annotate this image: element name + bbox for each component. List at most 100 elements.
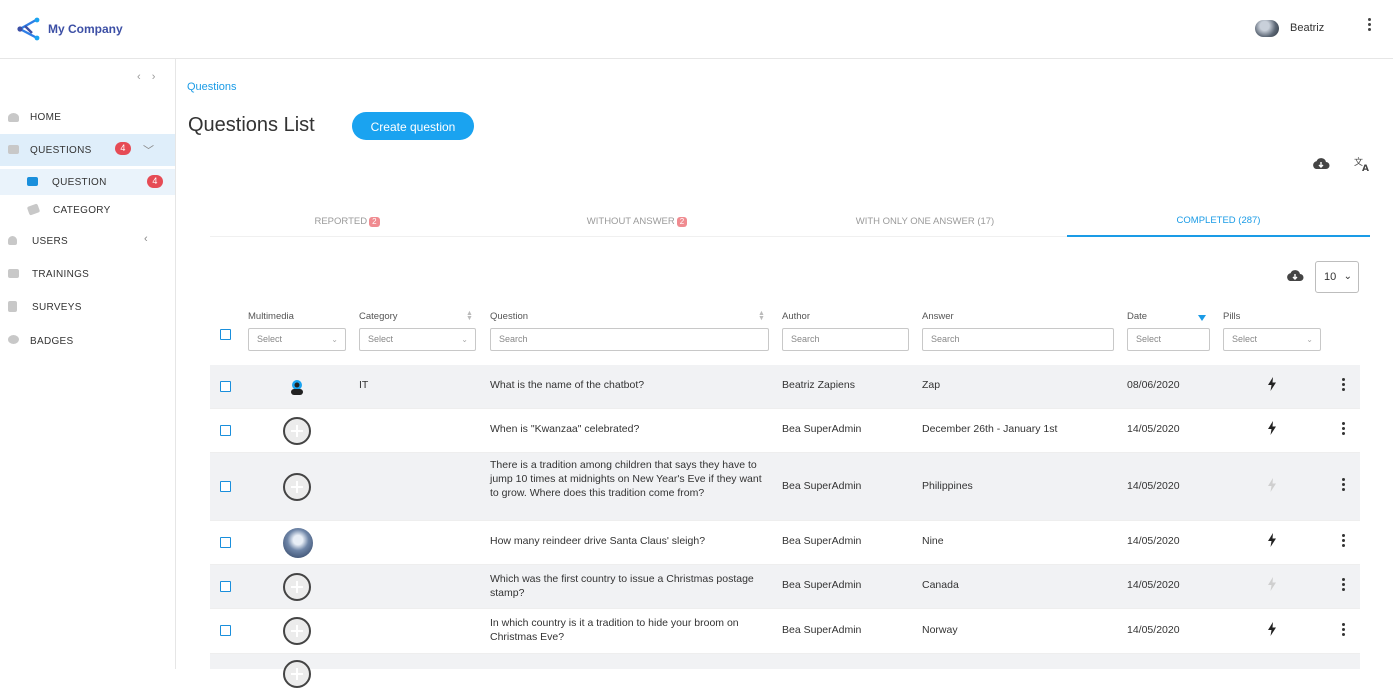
sort-icon[interactable]: ▲ ▼ [466, 310, 473, 322]
table-row[interactable]: Which was the first country to issue a C… [210, 565, 1360, 609]
sort-desc-icon[interactable] [1198, 315, 1206, 321]
select-all-checkbox[interactable] [220, 329, 231, 340]
row-question: How many reindeer drive Santa Claus' sle… [490, 535, 706, 547]
users-icon [8, 236, 17, 245]
chevron-down-icon: ⌄ [1306, 335, 1313, 344]
surveys-icon [8, 301, 17, 312]
row-more-options-icon[interactable] [1340, 422, 1346, 436]
header-date[interactable]: Date [1127, 311, 1147, 322]
tab-with-only-one-answer[interactable]: WITH ONLY ONE ANSWER (17) [820, 216, 1030, 227]
row-answer: Zap [922, 379, 941, 391]
row-more-options-icon[interactable] [1340, 578, 1346, 592]
row-checkbox[interactable] [220, 581, 231, 592]
cloud-download-icon[interactable] [1286, 269, 1304, 283]
header-question[interactable]: Question [490, 311, 528, 322]
header-pills: Pills [1223, 311, 1241, 322]
row-question: Which was the first country to issue a C… [490, 573, 754, 599]
row-question: What is the name of the chatbot? [490, 379, 645, 391]
table-row[interactable]: When is "Kwanzaa" celebrated? Bea SuperA… [210, 409, 1360, 453]
add-media-icon[interactable] [283, 417, 311, 445]
pill-bolt-icon[interactable] [1267, 622, 1277, 636]
row-category: IT [359, 379, 369, 391]
pill-bolt-icon[interactable] [1267, 478, 1277, 492]
table-row[interactable]: There is a tradition among children that… [210, 453, 1360, 521]
chevron-down-icon: ⌄ [1343, 271, 1352, 282]
sort-icon[interactable]: ▲ ▼ [758, 310, 765, 322]
row-question: In which country is it a tradition to hi… [490, 617, 739, 643]
add-media-icon[interactable] [283, 617, 311, 645]
row-checkbox[interactable] [220, 625, 231, 636]
category-icon [26, 203, 41, 216]
row-author: Beatriz Zapiens [782, 379, 855, 391]
cloud-download-icon[interactable] [1312, 157, 1330, 171]
company-logo-icon[interactable] [16, 16, 42, 42]
header-multimedia: Multimedia [248, 311, 294, 322]
row-answer: December 26th - January 1st [922, 423, 1058, 435]
user-name[interactable]: Beatriz [1290, 22, 1324, 34]
table-row[interactable]: How many reindeer drive Santa Claus' sle… [210, 521, 1360, 565]
sidebar-item-label: TRAININGS [32, 268, 90, 280]
category-filter[interactable]: Select ⌄ [359, 328, 476, 351]
questions-badge: 4 [115, 142, 131, 155]
pill-bolt-icon[interactable] [1267, 577, 1277, 591]
sidebar-item-label: USERS [32, 235, 68, 247]
tab-reported[interactable]: REPORTED 2 [262, 216, 432, 227]
row-more-options-icon[interactable] [1340, 378, 1346, 392]
tab-completed[interactable]: COMPLETED (287) [1067, 215, 1370, 226]
sidebar-item-trainings[interactable]: TRAININGS [0, 258, 175, 290]
create-question-button[interactable]: Create question [352, 112, 474, 140]
media-thumbnail[interactable] [283, 528, 313, 558]
pill-bolt-icon[interactable] [1267, 533, 1277, 547]
add-media-icon[interactable] [283, 473, 311, 501]
filter-placeholder: Search [791, 334, 820, 344]
sidebar-item-badges[interactable]: BADGES [0, 325, 175, 357]
chevron-left-icon[interactable]: ‹ [144, 233, 148, 245]
pill-bolt-icon[interactable] [1267, 377, 1277, 391]
sidebar-item-question[interactable]: QUESTION 4 [0, 169, 175, 195]
row-question: There is a tradition among children that… [490, 459, 762, 499]
add-media-icon[interactable] [283, 660, 311, 688]
row-checkbox[interactable] [220, 381, 231, 392]
table-row[interactable]: In which country is it a tradition to hi… [210, 609, 1360, 654]
svg-text:A: A [1362, 164, 1369, 172]
breadcrumb[interactable]: Questions [187, 81, 237, 93]
sidebar-item-questions[interactable]: QUESTIONS 4 ﹀ [0, 134, 175, 166]
sidebar-item-home[interactable]: HOME [0, 101, 175, 133]
sidebar-item-category[interactable]: CATEGORY [0, 195, 175, 225]
brand-name[interactable]: My Company [48, 22, 123, 36]
filter-placeholder: Search [931, 334, 960, 344]
row-checkbox[interactable] [220, 537, 231, 548]
tab-badge: 2 [369, 217, 380, 227]
more-options-icon[interactable] [1363, 18, 1375, 38]
sidebar-item-users[interactable]: USERS ‹ [0, 225, 175, 257]
collapse-sidebar-icon[interactable]: ‹ › [137, 71, 159, 83]
row-checkbox[interactable] [220, 425, 231, 436]
table-row[interactable]: IT What is the name of the chatbot? Beat… [210, 365, 1360, 409]
pills-filter[interactable]: Select ⌄ [1223, 328, 1321, 351]
multimedia-filter[interactable]: Select ⌄ [248, 328, 346, 351]
filter-value: Select [1136, 334, 1162, 344]
header-author: Author [782, 311, 810, 322]
pill-bolt-icon[interactable] [1267, 421, 1277, 435]
user-avatar[interactable] [1255, 20, 1279, 37]
translate-icon[interactable]: 文 A [1354, 156, 1372, 172]
question-search-input[interactable]: Search [490, 328, 769, 351]
row-more-options-icon[interactable] [1340, 623, 1346, 637]
table-row[interactable] [210, 654, 1360, 688]
home-icon [8, 113, 19, 122]
filter-value: Select [257, 334, 283, 344]
header-category[interactable]: Category [359, 311, 398, 322]
row-author: Bea SuperAdmin [782, 535, 862, 547]
chevron-down-icon[interactable]: ﹀ [143, 142, 154, 158]
author-search-input[interactable]: Search [782, 328, 909, 351]
date-filter[interactable]: Select [1127, 328, 1210, 351]
add-media-icon[interactable] [283, 573, 311, 601]
answer-search-input[interactable]: Search [922, 328, 1114, 351]
tab-without-answer[interactable]: WITHOUT ANSWER 2 [552, 216, 722, 227]
sidebar-item-surveys[interactable]: SURVEYS [0, 291, 175, 323]
row-more-options-icon[interactable] [1340, 478, 1346, 492]
page-title: Questions List [188, 114, 315, 136]
row-checkbox[interactable] [220, 481, 231, 492]
row-more-options-icon[interactable] [1340, 534, 1346, 548]
page-size-select[interactable]: 10 ⌄ [1315, 261, 1359, 293]
